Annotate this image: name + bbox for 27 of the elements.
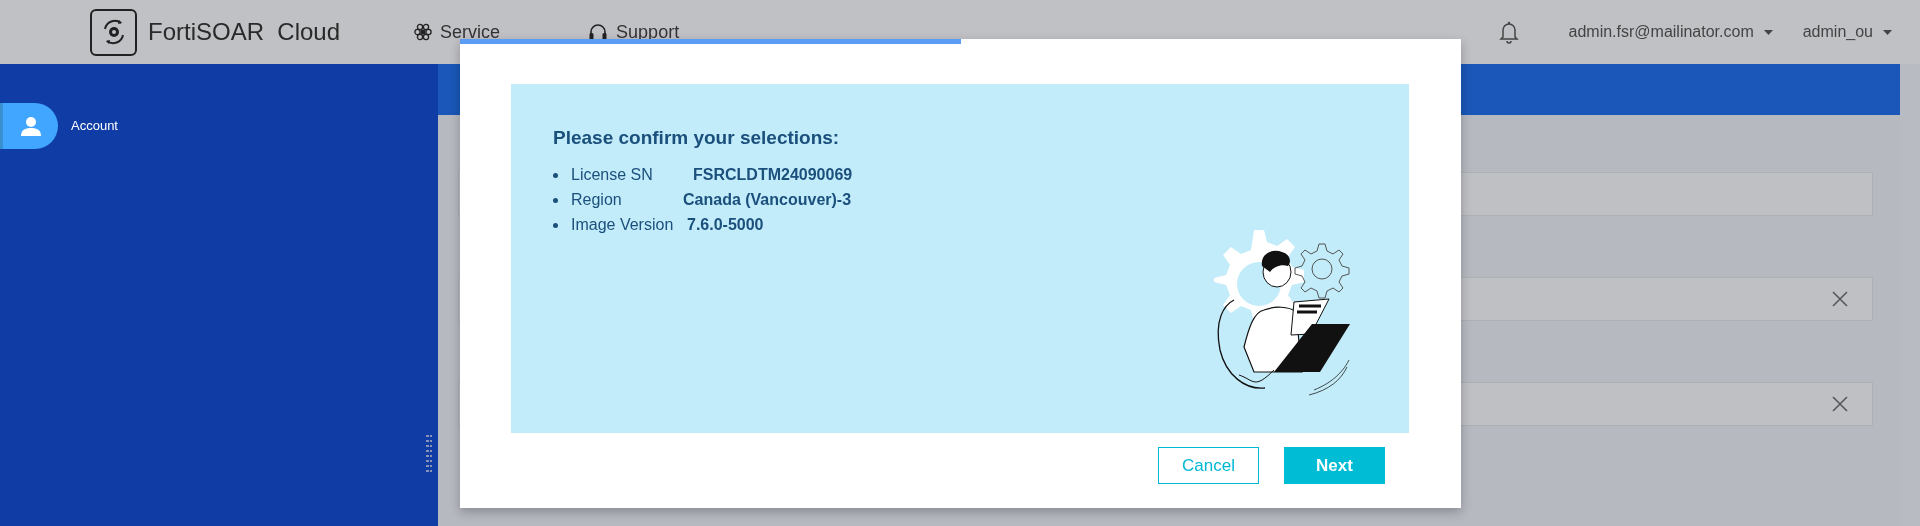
hexagon-cluster-icon (414, 23, 433, 41)
caret-icon (1763, 29, 1773, 35)
bullet-icon (553, 197, 558, 203)
logo-icon (90, 8, 137, 56)
bullet-icon (553, 222, 558, 228)
user-menu[interactable]: admin.fsr@mailinator.com (1568, 20, 1773, 44)
clear-icon[interactable] (1832, 396, 1848, 412)
nav-link[interactable]: Service (414, 18, 501, 46)
selection-value: Canada (Vancouver)-3 (682, 190, 852, 210)
clear-icon[interactable] (1832, 291, 1848, 307)
dialog-title: Please confirm your selections: (553, 126, 841, 150)
nav-link[interactable]: Support (588, 18, 680, 46)
user-icon (19, 115, 42, 137)
resize-handle-icon[interactable] (426, 435, 432, 473)
selection-value: 7.6.0-5000 (686, 215, 764, 235)
app-title: FortiSOAR Cloud (148, 17, 341, 47)
bullet-icon (553, 172, 558, 178)
bell-icon[interactable] (1498, 20, 1519, 44)
sidebar-label[interactable]: Account (71, 116, 118, 136)
account-nav-button[interactable] (0, 103, 58, 149)
caret-icon (1883, 29, 1892, 35)
selection-label: Region (571, 190, 623, 210)
selection-label: License SN (571, 165, 654, 185)
selection-label: Image Version (571, 215, 675, 235)
selection-value: FSRCLDTM24090069 (692, 165, 853, 185)
headset-icon (588, 23, 609, 41)
org-menu[interactable]: admin_ou (1802, 20, 1892, 44)
